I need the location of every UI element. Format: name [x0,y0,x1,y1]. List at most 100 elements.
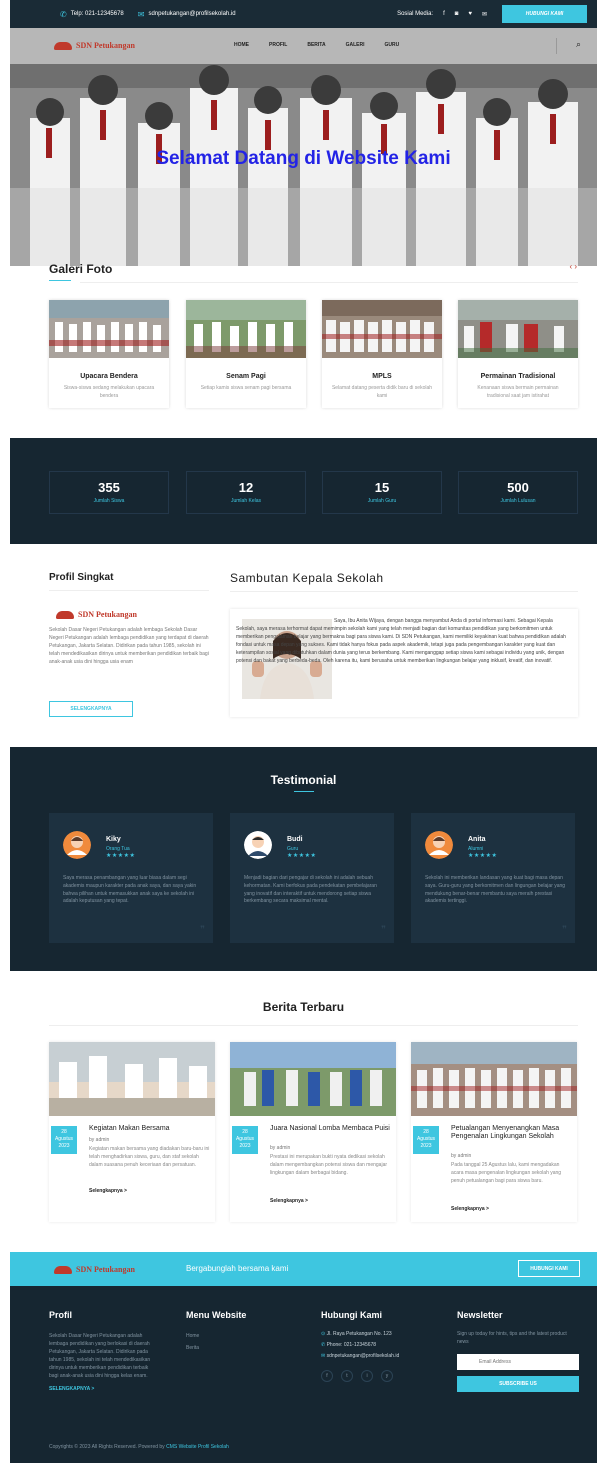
news-card-title[interactable]: Kegiatan Makan Bersama [89,1125,211,1133]
news-read-more-link[interactable]: Selengkapnya > [451,1206,489,1212]
gallery-card[interactable]: Permainan Tradisional Kenanaan siswa ber… [458,300,578,408]
testimonial-section: Testimonial Kiky Orang Tua ★★★★★ Saya me… [10,747,597,971]
news-photo [411,1042,577,1116]
news-card-title[interactable]: Juara Nasional Lomba Membaca Puisi [270,1125,392,1133]
testimonial-card: Anita Alumni ★★★★★ Sekolah ini memberika… [411,813,575,943]
testimonial-card: Kiky Orang Tua ★★★★★ Saya merasa penamba… [49,813,213,943]
news-card-title[interactable]: Petualangan Menyenangkan Masa Pengenalan… [451,1125,573,1141]
search-icon[interactable]: ⌕ [576,39,581,50]
footer-menu-home[interactable]: Home [186,1332,296,1340]
welcome-title: Sambutan Kepala Sekolah [230,571,384,585]
welcome-text: Saya, Ibu Anita Wijaya, dengan bangga me… [236,618,566,665]
location-pin-icon: ⊙ [321,1331,326,1337]
profile-logo: SDN Petukangan [56,610,137,619]
email-text[interactable]: sdnpetukangan@profilsekolah.id [148,11,235,17]
envelope-icon[interactable]: ✉ [482,11,487,18]
footer-menu-berita[interactable]: Berita [186,1344,296,1352]
news-card[interactable]: 28 Agustus 2023 Juara Nasional Lomba Memba… [230,1042,396,1222]
main-navbar: SDN Petukangan HOME PROFIL BERITA GALERI… [10,28,597,64]
stat-label: Jumlah Lulusan [500,498,536,504]
news-date-year: 2023 [58,1143,70,1149]
gallery-card[interactable]: Senam Pagi Setiap kamis siswa senam pagi… [186,300,306,408]
gallery-title: Galeri Foto [49,262,113,276]
news-date-day: 28 [423,1129,429,1135]
facebook-icon[interactable]: f [443,11,445,17]
phone-icon: ✆ [60,9,67,19]
cta-contact-button[interactable]: HUBUNGI KAMI [518,1260,580,1277]
profile-more-button[interactable]: SELENGKAPNYA [49,701,133,717]
avatar [244,831,272,859]
youtube-icon[interactable]: y [381,1370,393,1382]
footer-menu-title: Menu Website [186,1310,247,1320]
news-read-more-link[interactable]: Selengkapnya > [89,1188,127,1194]
stat-box: 15 Jumlah Guru [322,471,442,514]
gallery-arrows-icon[interactable]: ‹ › [569,262,577,271]
profile-divider [49,590,209,591]
stat-label: Jumlah Kelas [230,498,261,504]
stat-value: 355 [98,480,120,495]
hero-headline: Selamat Datang di Website Kami [156,148,451,169]
news-card[interactable]: 28 Agustus 2023 Kegiatan Makan Bersama by … [49,1042,215,1222]
instagram-icon[interactable]: ◙ [455,11,459,17]
news-card[interactable]: 28 Agustus 2023 Petualangan Menyenangkan M… [411,1042,577,1222]
newsletter-email-input[interactable] [457,1354,579,1370]
footer-address-text: Jl. Raya Petukangan No. 123 [326,1331,392,1337]
gallery-card[interactable]: Upacara Bendera Siswa-siswa sedang melak… [49,300,169,408]
nav-berita[interactable]: BERITA [307,42,325,48]
stat-box: 500 Jumlah Lulusan [458,471,578,514]
footer-phone-text: Phone: 021-12345678 [326,1342,377,1348]
quote-icon: ❞ [562,924,567,934]
news-date-year: 2023 [420,1143,432,1149]
site-logo[interactable]: SDN Petukangan [54,41,135,50]
subscribe-button[interactable]: SUBSCRIBE US [457,1376,579,1392]
phone-icon: ✆ [321,1342,326,1348]
cta-logo-text: SDN Petukangan [76,1265,135,1274]
nav-home[interactable]: HOME [234,42,249,48]
facebook-icon[interactable]: f [321,1370,333,1382]
cta-text: Bergabunglah bersama kami [186,1264,289,1273]
footer-address: ⊙ Jl. Raya Petukangan No. 123 [321,1330,441,1338]
instagram-icon[interactable]: i [361,1370,373,1382]
welcome-divider [230,591,578,592]
book-logo-icon [54,1265,72,1274]
copyright-link[interactable]: CMS Website Profil Sekolah [166,1444,229,1450]
news-read-more-link[interactable]: Selengkapnya > [270,1198,308,1204]
nav-guru[interactable]: GURU [384,42,399,48]
book-logo-icon [56,610,74,619]
stat-value: 15 [374,480,390,495]
twitter-icon[interactable]: t [341,1370,353,1382]
footer-email-text[interactable]: sdnpetukangan@profilsekolah.id [327,1353,400,1359]
cta-logo: SDN Petukangan [54,1265,135,1274]
news-date-month: Agustus [235,1136,255,1142]
nav-galeri[interactable]: GALERI [346,42,365,48]
testimonial-underline [294,791,314,792]
cta-bar: SDN Petukangan Bergabunglah bersama kami… [10,1252,597,1286]
welcome-box: Saya, Ibu Anita Wijaya, dengan bangga me… [230,609,578,717]
gallery-card-desc: Setiap kamis siswa senam pagi bersama [200,385,292,391]
contact-button[interactable]: HUBUNGI KAMI [502,5,587,23]
footer-profil-text: Sekolah Dasar Negeri Petukangan adalah l… [49,1333,151,1379]
testimonial-card: Budi Guru ★★★★★ Menjadi bagian dari peng… [230,813,394,943]
news-card-desc: Pada tanggal 25 Agustus lalu, kami menga… [451,1162,562,1184]
footer-newsletter-text: Sign up today for hints, tips and the la… [457,1331,567,1345]
profile-title: Profil Singkat [49,572,114,583]
phone-info: ✆ Telp: 021-12345678 [60,10,124,19]
gallery-card[interactable]: MPLS Selamat datang peserta didik baru d… [322,300,442,408]
news-title: Berita Terbaru [262,1000,345,1014]
news-card-desc: Prestasi ini merupakan bukti nyata dedik… [270,1154,388,1176]
top-bar: ✆ Telp: 021-12345678 ✉ sdnpetukangan@profi… [10,0,597,28]
stat-label: Jumlah Guru [367,498,397,504]
footer-email: ✉ sdnpetukangan@profilsekolah.id [321,1352,441,1360]
twitter-icon[interactable]: ♥ [468,11,472,17]
gallery-card-title: Senam Pagi [226,373,266,380]
testimonial-text: Saya merasa penambangan yang luar biasa … [63,875,197,905]
nav-profil[interactable]: PROFIL [269,42,287,48]
profile-logo-text: SDN Petukangan [78,610,137,619]
footer-profil-more-link[interactable]: SELENGKAPNYA > [49,1386,159,1392]
rating-stars-icon: ★★★★★ [287,853,317,859]
email-info: ✉ sdnpetukangan@profilsekolah.id [138,10,236,19]
gallery-photo [458,300,578,358]
testimonial-name: Budi [287,836,303,843]
footer-menu: Menu Website Home Berita [186,1310,296,1352]
footer-newsletter-title: Newsletter [457,1310,503,1320]
